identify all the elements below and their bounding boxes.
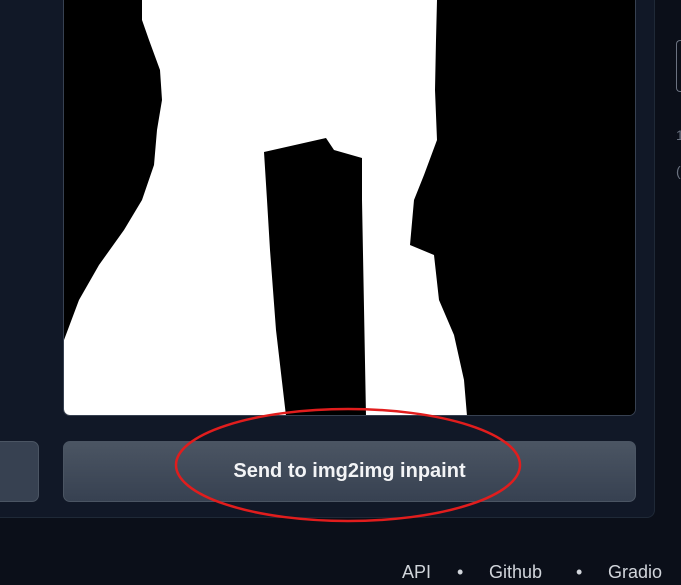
mask-image-preview[interactable]	[63, 0, 636, 416]
footer-separator: •	[576, 562, 583, 582]
output-panel: Send to img2img inpaint	[0, 0, 655, 518]
side-panel-text-2: (	[676, 163, 681, 179]
footer-link-api[interactable]: API	[402, 562, 431, 583]
side-panel-text-1: 1	[676, 127, 681, 143]
send-to-img2img-inpaint-button[interactable]: Send to img2img inpaint	[63, 441, 636, 502]
previous-action-button[interactable]	[0, 441, 39, 502]
mask-image	[64, 0, 635, 415]
footer-separator: •	[457, 562, 464, 582]
footer: API • Github • Gradio	[0, 545, 681, 585]
footer-link-github[interactable]: Github	[489, 562, 542, 583]
footer-link-gradio[interactable]: Gradio	[608, 562, 662, 583]
side-panel-edge	[676, 40, 681, 92]
